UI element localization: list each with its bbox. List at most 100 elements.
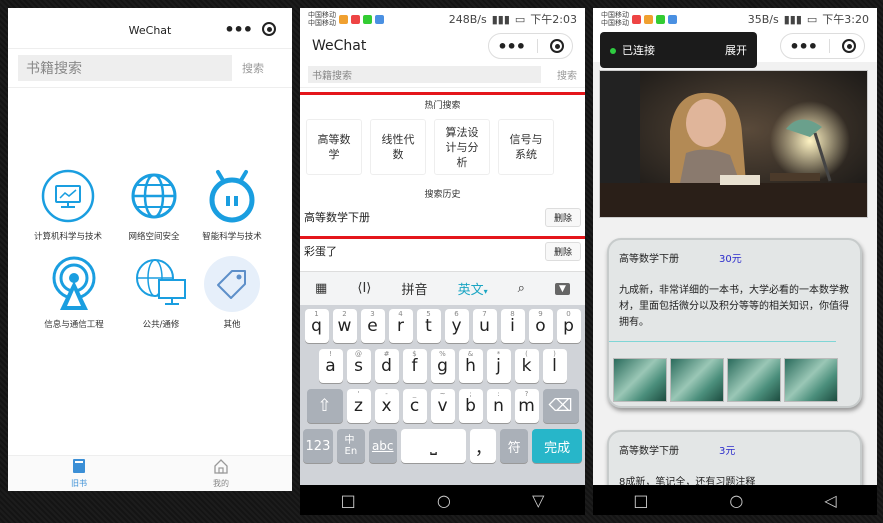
- key-label: v: [437, 396, 448, 416]
- letter-key[interactable]: % g: [430, 349, 455, 383]
- listing-description: 九成新，非常详细的一本书，大学必看的一本数学教材，里面包括微分以及积分等等的相关…: [619, 285, 849, 328]
- category-intelligent-science[interactable]: 智能科学与技术: [192, 168, 272, 242]
- done-key[interactable]: 完成: [532, 429, 582, 463]
- letter-key[interactable]: ; b: [458, 389, 483, 423]
- book-photo[interactable]: [670, 358, 724, 402]
- key-secondary-label: 1: [314, 310, 319, 318]
- letter-key[interactable]: -x: [374, 389, 399, 423]
- recents-icon[interactable]: □: [633, 491, 648, 510]
- highlight-box: [300, 92, 585, 239]
- capsule-menu[interactable]: •••: [216, 16, 284, 42]
- letter-key[interactable]: (k: [514, 349, 539, 383]
- tab-old-books[interactable]: 旧书: [8, 456, 150, 491]
- category-other[interactable]: 其他: [192, 256, 272, 330]
- letter-key[interactable]: ' z: [346, 389, 371, 423]
- search-input[interactable]: 书籍搜索: [308, 66, 541, 83]
- category-label: 计算机科学与技术: [33, 232, 102, 242]
- delete-history-button[interactable]: 删除: [544, 241, 581, 261]
- letter-key[interactable]: _ c: [402, 389, 427, 423]
- search-button[interactable]: 搜索: [242, 60, 282, 76]
- tab-mine[interactable]: 我的: [150, 456, 292, 491]
- category-public-courses[interactable]: 公共/通修: [121, 256, 201, 330]
- key-secondary-label: *: [496, 350, 501, 358]
- letter-key[interactable]: 9o: [528, 309, 553, 343]
- letter-key[interactable]: 4r: [388, 309, 413, 343]
- history-row[interactable]: 彩蛋了 删除: [300, 240, 585, 262]
- space-key[interactable]: ⎵: [400, 429, 467, 463]
- letter-key[interactable]: @ s: [346, 349, 371, 383]
- key-label: m: [518, 396, 535, 416]
- letter-key[interactable]: 2w: [332, 309, 357, 343]
- letter-key[interactable]: 6y: [444, 309, 469, 343]
- listing-price: 30元: [719, 254, 742, 265]
- close-miniprogram-icon[interactable]: [842, 39, 856, 53]
- hide-keyboard-icon[interactable]: ▼: [555, 282, 570, 295]
- letter-key[interactable]: ~ v: [430, 389, 455, 423]
- book-photo[interactable]: [727, 358, 781, 402]
- battery-icon: ▭: [514, 12, 526, 26]
- punctuation-key[interactable]: ，: [470, 429, 497, 463]
- letter-key[interactable]: ! a: [318, 349, 343, 383]
- keyboard-row: ⇧ ' z - x _ c ~ v; b: n? m ⌫: [303, 389, 582, 423]
- key-secondary-label: ;: [469, 390, 472, 398]
- letter-key[interactable]: 7u: [472, 309, 497, 343]
- search-button[interactable]: 搜索: [557, 67, 577, 82]
- history-text[interactable]: 彩蛋了: [304, 243, 337, 259]
- letter-key[interactable]: # d: [374, 349, 399, 383]
- capsule-menu[interactable]: •••: [488, 33, 573, 59]
- letter-key[interactable]: $ f: [402, 349, 427, 383]
- more-icon[interactable]: •••: [224, 20, 253, 39]
- category-information-communication[interactable]: 信息与通信工程: [34, 256, 114, 330]
- letter-key[interactable]: :n: [486, 389, 511, 423]
- symbol-key[interactable]: 符: [500, 429, 529, 463]
- key-secondary-label: $: [412, 350, 417, 358]
- close-miniprogram-icon[interactable]: [550, 39, 564, 53]
- carrier-2: 中国移动: [601, 19, 629, 27]
- abc-key[interactable]: abc: [368, 429, 397, 463]
- backspace-key[interactable]: ⌫: [542, 389, 579, 423]
- back-icon[interactable]: ▽: [532, 491, 544, 510]
- divider: [829, 39, 830, 53]
- letter-key[interactable]: 5t: [416, 309, 441, 343]
- more-icon[interactable]: •••: [789, 37, 818, 56]
- search-icon[interactable]: ⌕: [518, 281, 525, 296]
- letter-key[interactable]: * j: [486, 349, 511, 383]
- close-miniprogram-icon[interactable]: [262, 22, 276, 36]
- book-photo[interactable]: [613, 358, 667, 402]
- letter-key[interactable]: 0p: [556, 309, 581, 343]
- letter-key[interactable]: ? m: [514, 389, 539, 423]
- keyboard-row: 123 中 En abc ⎵ ， 符 完成: [303, 429, 582, 463]
- key-label: c: [409, 396, 420, 416]
- robot-icon: [204, 168, 260, 224]
- search-input[interactable]: 书籍搜索: [18, 55, 232, 81]
- more-icon[interactable]: •••: [497, 37, 526, 56]
- category-computer-science[interactable]: 计算机科学与技术: [28, 168, 108, 242]
- capsule-menu[interactable]: •••: [780, 33, 865, 59]
- letter-key[interactable]: 1q: [304, 309, 329, 343]
- key-label: i: [510, 316, 515, 336]
- notification-app-icon: [644, 14, 653, 24]
- pinyin-mode-button[interactable]: 拼音: [401, 279, 427, 298]
- grid-icon[interactable]: ▦: [315, 281, 327, 296]
- key-label: z: [354, 396, 363, 416]
- letter-key[interactable]: ) l: [542, 349, 567, 383]
- home-icon[interactable]: ○: [729, 491, 743, 510]
- english-mode-button[interactable]: 英文▾: [458, 279, 488, 298]
- language-key[interactable]: 中 En: [336, 429, 365, 463]
- home-icon[interactable]: ○: [437, 491, 451, 510]
- listing-card[interactable]: 高等数学下册 30元 九成新，非常详细的一本书，大学必看的一本数学教材，里面包括…: [607, 238, 862, 408]
- recents-icon[interactable]: □: [341, 491, 356, 510]
- expand-button[interactable]: 展开: [725, 42, 747, 58]
- key-label: j: [496, 356, 501, 376]
- letter-key[interactable]: 3e: [360, 309, 385, 343]
- book-photo[interactable]: [784, 358, 838, 402]
- banner-image[interactable]: [599, 70, 868, 218]
- back-icon[interactable]: ◁: [824, 491, 836, 510]
- letter-key[interactable]: 8i: [500, 309, 525, 343]
- category-cyber-security[interactable]: 网络空间安全: [114, 168, 194, 242]
- shift-key[interactable]: ⇧: [306, 389, 343, 423]
- numbers-key[interactable]: 123: [303, 429, 333, 463]
- letter-key[interactable]: & h: [458, 349, 483, 383]
- cursor-icon[interactable]: ⟨I⟩: [357, 281, 371, 296]
- android-nav-bar: □ ○ ▽: [300, 485, 585, 515]
